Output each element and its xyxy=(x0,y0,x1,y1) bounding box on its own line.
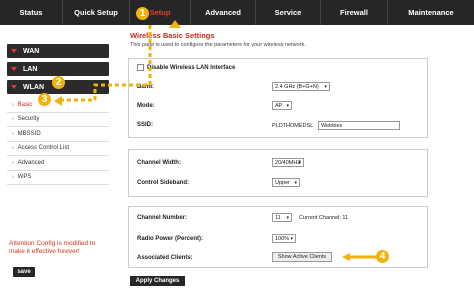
annotation-badge-3: 3 xyxy=(38,93,51,106)
annotation-badge-4: 4 xyxy=(376,250,389,263)
arrow-head-icon xyxy=(54,96,62,106)
annotation-badge-1: 1 xyxy=(136,7,149,20)
arrow-head-icon xyxy=(169,20,181,28)
annotation-badge-2: 2 xyxy=(52,76,65,89)
annotation-arrows xyxy=(54,20,376,261)
arrow-head-icon xyxy=(342,253,350,261)
annotation-path-2-3 xyxy=(62,25,152,102)
